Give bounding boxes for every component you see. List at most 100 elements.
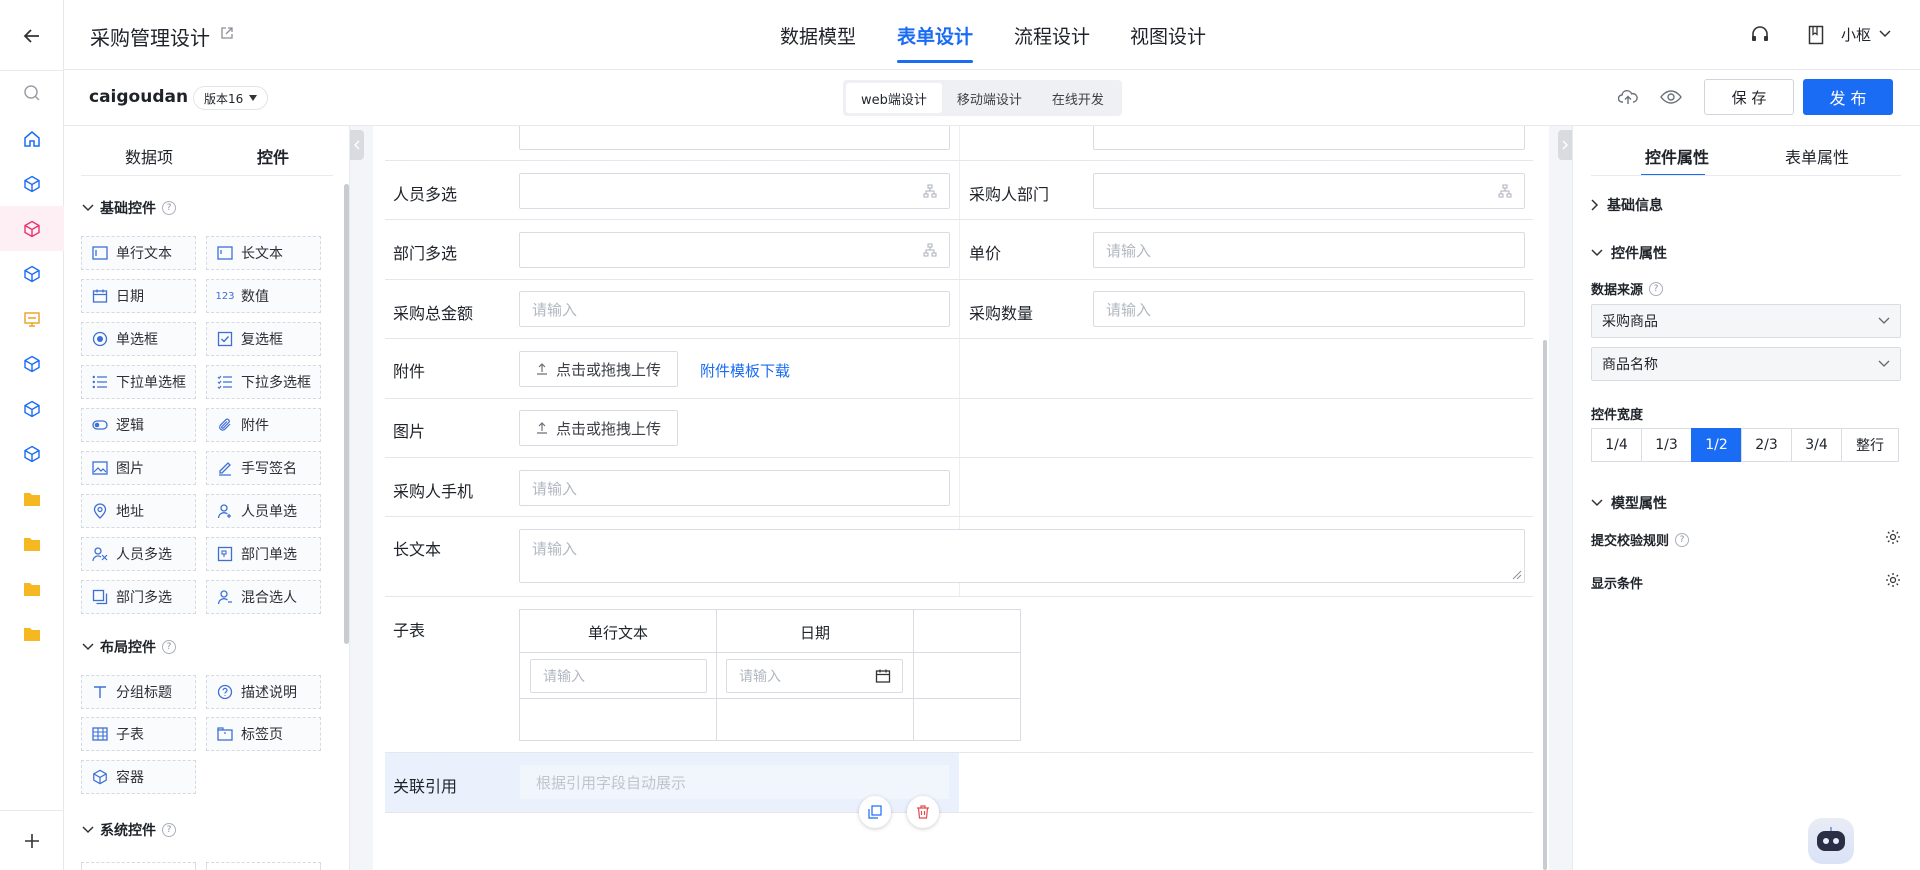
ctl-attachment[interactable]: 附件: [206, 408, 321, 442]
help-icon[interactable]: ?: [162, 201, 176, 215]
basic-info-header[interactable]: 基础信息: [1591, 195, 1663, 215]
ctl-container[interactable]: 容器: [81, 760, 196, 794]
model-props-header[interactable]: 模型属性: [1591, 493, 1667, 513]
plus-icon[interactable]: [0, 818, 64, 863]
field-select[interactable]: 商品名称: [1591, 347, 1901, 381]
ctl-person-multi[interactable]: 人员多选: [81, 537, 196, 571]
ctl-image[interactable]: 图片: [81, 451, 196, 485]
ctl-person-single[interactable]: 人员单选: [206, 494, 321, 528]
mode-online-dev[interactable]: 在线开发: [1037, 83, 1119, 113]
cube-icon[interactable]: [0, 341, 64, 386]
chevron-down-icon[interactable]: [1879, 30, 1891, 38]
width-option[interactable]: 2/3: [1741, 428, 1792, 462]
ctl-address[interactable]: 地址: [81, 494, 196, 528]
ctl-radio[interactable]: 单选框: [81, 322, 196, 356]
layout-controls-header[interactable]: 布局控件 ?: [82, 637, 176, 657]
ctl-dropdown-multi[interactable]: 下拉多选框: [206, 365, 321, 399]
home-icon[interactable]: [0, 116, 64, 161]
book-icon[interactable]: [1808, 25, 1824, 45]
system-controls-header[interactable]: 系统控件 ?: [82, 820, 176, 840]
resize-grip-icon[interactable]: [1512, 570, 1522, 580]
cube-icon[interactable]: [0, 251, 64, 296]
width-option[interactable]: 3/4: [1791, 428, 1842, 462]
headset-icon[interactable]: [1750, 25, 1770, 45]
tab-form-props[interactable]: 表单属性: [1785, 144, 1849, 168]
cube-icon[interactable]: [0, 431, 64, 476]
gear-icon[interactable]: [1885, 529, 1901, 545]
publish-button[interactable]: 发 布: [1803, 79, 1893, 115]
user-name[interactable]: 小枢: [1841, 24, 1871, 45]
ctl-signature[interactable]: 手写签名: [206, 451, 321, 485]
subtable-text-input[interactable]: 请输入: [530, 659, 707, 693]
ctl-group-title[interactable]: 分组标题: [81, 675, 196, 709]
help-icon[interactable]: ?: [162, 823, 176, 837]
ctl-date[interactable]: 日期: [81, 279, 196, 313]
help-icon[interactable]: ?: [162, 640, 176, 654]
buyer-dept-input[interactable]: [1093, 173, 1525, 209]
mode-web[interactable]: web端设计: [846, 83, 942, 113]
collapse-right-handle[interactable]: [1558, 130, 1572, 160]
ctl-dept-single[interactable]: 部门单选: [206, 537, 321, 571]
tab-data-model[interactable]: 数据模型: [780, 22, 856, 49]
assistant-robot-icon[interactable]: [1808, 818, 1854, 864]
folder-icon[interactable]: [0, 476, 64, 521]
delete-field-button[interactable]: [907, 796, 939, 828]
folder-icon[interactable]: [0, 566, 64, 611]
width-option[interactable]: 1/4: [1591, 428, 1642, 462]
width-option-active[interactable]: 1/2: [1691, 428, 1742, 462]
screen-icon[interactable]: [0, 296, 64, 341]
cube-icon[interactable]: [0, 386, 64, 431]
ctl-single-text[interactable]: 单行文本: [81, 236, 196, 270]
cloud-upload-icon[interactable]: [1618, 88, 1638, 106]
unit-price-input[interactable]: 请输入: [1093, 232, 1525, 268]
template-download-link[interactable]: 附件模板下载: [700, 360, 790, 381]
field-input-partial[interactable]: [1093, 126, 1525, 150]
ctl-mixed-select[interactable]: 混合选人: [206, 580, 321, 614]
ctl-subtable[interactable]: 子表: [81, 717, 196, 751]
version-select[interactable]: 版本16: [193, 86, 269, 110]
collapse-left-handle[interactable]: [350, 130, 364, 160]
data-source-select[interactable]: 采购商品: [1591, 304, 1901, 338]
buyer-phone-input[interactable]: 请输入: [519, 470, 950, 506]
scrollbar[interactable]: [344, 184, 349, 644]
long-text-textarea[interactable]: 请输入: [519, 529, 1525, 583]
tab-flow-design[interactable]: 流程设计: [1014, 22, 1090, 49]
tab-data-items[interactable]: 数据项: [125, 144, 173, 168]
tab-controls[interactable]: 控件: [257, 144, 289, 168]
eye-icon[interactable]: [1660, 89, 1682, 105]
ctl-long-text[interactable]: 长文本: [206, 236, 321, 270]
canvas-scrollbar[interactable]: [1543, 340, 1547, 870]
save-button[interactable]: 保 存: [1704, 79, 1794, 115]
basic-controls-header[interactable]: 基础控件 ?: [82, 198, 176, 218]
cube-icon[interactable]: [0, 161, 64, 206]
ctl-number[interactable]: 123 数值: [206, 279, 321, 313]
field-input-partial[interactable]: [519, 126, 950, 150]
external-link-icon[interactable]: [220, 26, 234, 40]
tab-view-design[interactable]: 视图设计: [1130, 22, 1206, 49]
folder-icon[interactable]: [0, 521, 64, 566]
person-multi-input[interactable]: [519, 173, 950, 209]
calendar-icon[interactable]: [875, 668, 891, 684]
mode-mobile[interactable]: 移动端设计: [942, 83, 1037, 113]
back-arrow-icon[interactable]: [0, 13, 64, 58]
gear-icon[interactable]: [1885, 572, 1901, 588]
search-icon[interactable]: [0, 70, 64, 115]
control-props-header[interactable]: 控件属性: [1591, 243, 1667, 263]
width-option[interactable]: 整行: [1841, 428, 1899, 462]
ctl-description[interactable]: 描述说明: [206, 675, 321, 709]
ctl-dropdown-single[interactable]: 下拉单选框: [81, 365, 196, 399]
ctl-checkbox[interactable]: 复选框: [206, 322, 321, 356]
tab-form-design[interactable]: 表单设计: [897, 22, 974, 63]
ctl-dept-multi[interactable]: 部门多选: [81, 580, 196, 614]
image-upload-button[interactable]: 点击或拖拽上传: [519, 410, 679, 446]
folder-icon[interactable]: [0, 611, 64, 656]
ctl-tabs[interactable]: 标签页: [206, 717, 321, 751]
tab-control-props[interactable]: 控件属性: [1645, 144, 1709, 168]
width-option[interactable]: 1/3: [1641, 428, 1692, 462]
cube-icon-active[interactable]: [0, 206, 64, 251]
copy-field-button[interactable]: [859, 796, 891, 828]
dept-multi-input[interactable]: [519, 232, 950, 268]
attachment-upload-button[interactable]: 点击或拖拽上传: [519, 351, 679, 387]
quantity-input[interactable]: 请输入: [1093, 291, 1525, 327]
ctl-logic[interactable]: 逻辑: [81, 408, 196, 442]
